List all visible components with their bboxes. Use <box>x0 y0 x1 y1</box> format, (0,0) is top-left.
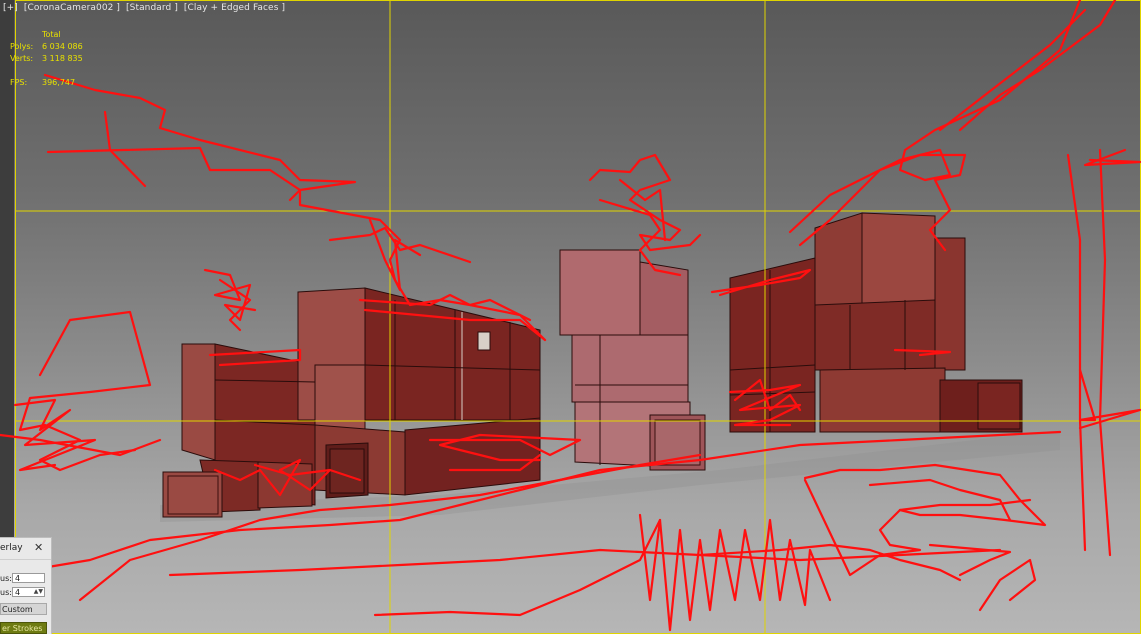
building-right <box>729 212 1023 433</box>
overlay-panel-title: erlay <box>0 543 23 553</box>
overlay-panel: erlay ✕ us: 4 us: 4 ▲▼ Custom er Strokes <box>0 537 52 634</box>
field1-value: 4 <box>15 574 21 583</box>
field2-label: us: <box>0 588 12 597</box>
scene-render <box>0 0 1141 634</box>
viewport-label-menu[interactable]: [+] [CoronaCamera002 ] [Standard ] [Clay… <box>3 3 288 13</box>
viewport-display-mode-menu[interactable]: [Clay + Edged Faces ] <box>184 3 285 13</box>
stats-polys-value: 6 034 086 <box>42 42 83 51</box>
stats-total-label: Total <box>42 30 61 39</box>
viewport[interactable]: [+] [CoronaCamera002 ] [Standard ] [Clay… <box>0 0 1141 634</box>
viewport-plus-menu[interactable]: [+] <box>3 3 18 13</box>
field2-value: 4 <box>15 588 21 597</box>
stats-fps-label: FPS: <box>10 78 28 87</box>
stats-verts-value: 3 118 835 <box>42 54 83 63</box>
stats-polys-label: Polys: <box>10 42 34 51</box>
building-middle <box>559 249 706 471</box>
building-left <box>162 287 541 518</box>
stats-fps-value: 396,747 <box>42 78 76 87</box>
apply-strokes-button[interactable]: er Strokes <box>0 622 47 634</box>
custom-button[interactable]: Custom <box>0 603 47 615</box>
close-icon[interactable]: ✕ <box>34 541 43 554</box>
spinner-arrows-icon[interactable]: ▲▼ <box>34 587 43 597</box>
field1-spinner[interactable]: 4 <box>12 573 45 583</box>
stats-verts-label: Verts: <box>10 54 34 63</box>
viewport-shading-standard-menu[interactable]: [Standard ] <box>126 3 178 13</box>
panel-divider <box>0 559 51 560</box>
field1-label: us: <box>0 574 12 583</box>
viewport-camera-menu[interactable]: [CoronaCamera002 ] <box>24 3 120 13</box>
field2-spinner[interactable]: 4 ▲▼ <box>12 587 45 597</box>
